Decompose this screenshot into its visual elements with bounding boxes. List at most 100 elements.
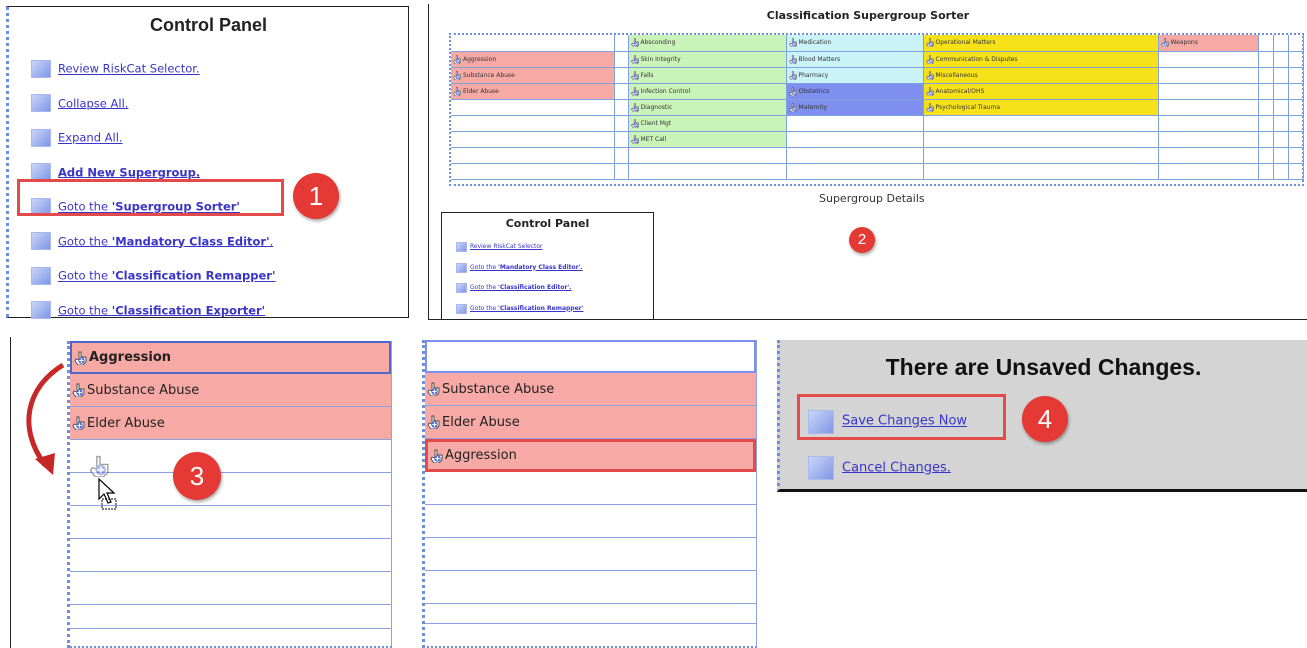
empty-cell: [614, 67, 629, 84]
empty-cell: [1288, 163, 1304, 180]
goto-classification-editor-small-link[interactable]: Goto the 'Classification Editor'.: [456, 278, 583, 299]
empty-cell: [614, 131, 629, 148]
drop-slot[interactable]: [70, 440, 391, 473]
empty-cell: [1258, 131, 1274, 148]
supergroup-cell[interactable]: MET Call: [628, 131, 787, 148]
supergroup-cell[interactable]: Client Mgt: [628, 115, 787, 132]
drag-hand-icon: [453, 54, 462, 64]
empty-cell: [1158, 99, 1259, 116]
goto-mandatory-class-editor-link[interactable]: Goto the 'Mandatory Class Editor'.: [31, 224, 275, 259]
drag-hand-icon: [630, 118, 640, 128]
empty-cell: [1158, 147, 1259, 164]
supergroup-cell[interactable]: Operational Matters: [923, 35, 1159, 52]
cancel-changes-button[interactable]: Cancel Changes.: [808, 445, 967, 492]
list-item[interactable]: Substance Abuse: [425, 373, 756, 406]
empty-cell: [614, 147, 629, 164]
collapse-all-link[interactable]: Collapse All.: [31, 86, 275, 121]
button-icon: [31, 94, 51, 112]
supergroup-cell[interactable]: Weapons: [1158, 35, 1259, 52]
empty-cell: [1273, 51, 1289, 68]
review-riskcat-small-link[interactable]: Review RiskCat Selector: [456, 237, 583, 258]
drag-hand-icon: [427, 415, 441, 430]
supergroup-cell[interactable]: Diagnostic: [628, 99, 787, 116]
empty-cell: [1258, 115, 1274, 132]
empty-cell: [451, 99, 615, 116]
drag-hand-icon: [453, 86, 462, 96]
supergroup-cell[interactable]: Absconding: [628, 35, 787, 52]
empty-cell: [786, 147, 924, 164]
supergroup-cell[interactable]: Blood Matters: [786, 51, 924, 68]
list-item[interactable]: Elder Abuse: [70, 407, 391, 440]
drag-list-after: Substance Abuse Elder Abuse Aggression: [422, 340, 757, 648]
supergroup-cell[interactable]: Infection Control: [628, 83, 787, 100]
drag-hand-icon: [788, 86, 798, 96]
supergroup-cell[interactable]: Elder Abuse: [451, 83, 615, 100]
button-icon: [31, 128, 51, 147]
list-item-aggression[interactable]: Aggression: [70, 341, 391, 374]
empty-cell: [1158, 131, 1259, 148]
empty-cell: [614, 99, 629, 116]
empty-cell: [1258, 67, 1274, 84]
button-icon: [31, 266, 51, 285]
review-riskcat-link[interactable]: Review RiskCat Selector.: [31, 51, 275, 86]
supergroup-cell[interactable]: Obstetrics: [786, 83, 924, 100]
drag-hand-icon: [925, 38, 935, 48]
empty-cell: [1258, 147, 1274, 164]
list-item[interactable]: Elder Abuse: [425, 406, 756, 439]
empty-cell: [1288, 99, 1304, 116]
drag-hand-icon: [925, 86, 935, 96]
expand-all-link[interactable]: Expand All.: [31, 120, 275, 155]
drag-hand-icon: [788, 54, 798, 64]
empty-cell: [1273, 115, 1289, 132]
goto-classification-remapper-link[interactable]: Goto the 'Classification Remapper': [31, 258, 275, 293]
drag-hand-icon: [630, 38, 640, 48]
supergroup-cell[interactable]: Substance Abuse: [451, 67, 615, 84]
drag-hand-icon: [788, 70, 798, 80]
empty-row: [70, 605, 391, 629]
empty-row: [70, 539, 391, 572]
supergroup-cell[interactable]: Falls: [628, 67, 787, 84]
drag-hand-icon: [1160, 38, 1170, 48]
empty-cell: [1158, 67, 1259, 84]
highlight-box-1: [17, 179, 284, 216]
empty-cell: [1273, 35, 1289, 52]
supergroup-cell[interactable]: Aggression: [451, 51, 615, 68]
supergroup-cell[interactable]: Communication & Disputes: [923, 51, 1159, 68]
empty-cell: [786, 115, 924, 132]
supergroup-cell[interactable]: Psychological Trauma: [923, 99, 1159, 116]
step-badge-2: 2: [849, 227, 875, 253]
empty-cell: [1288, 35, 1304, 52]
list-item[interactable]: Substance Abuse: [70, 374, 391, 407]
empty-cell: [614, 51, 629, 68]
list-item-aggression[interactable]: Aggression: [425, 439, 756, 472]
empty-cell: [1258, 99, 1274, 116]
empty-cell: [1258, 35, 1274, 52]
supergroup-cell[interactable]: Pharmacy: [786, 67, 924, 84]
empty-cell: [1158, 51, 1259, 68]
goto-classification-remapper-small-link[interactable]: Goto the 'Classification Remapper': [456, 299, 583, 320]
drag-hand-icon: [427, 382, 441, 397]
empty-cell: [1273, 163, 1289, 180]
goto-classification-exporter-link[interactable]: Goto the 'Classification Exporter': [31, 293, 275, 328]
empty-cell: [1288, 67, 1304, 84]
mouse-cursor-icon: [98, 477, 117, 510]
empty-cell: [614, 115, 629, 132]
empty-cell: [1288, 147, 1304, 164]
drag-hand-icon: [430, 448, 444, 464]
control-panel-2-title: Control Panel: [505, 217, 590, 230]
supergroup-cell[interactable]: Anatomical/OHS: [923, 83, 1159, 100]
goto-mandatory-class-editor-small-link[interactable]: Goto the 'Mandatory Class Editor'.: [456, 258, 583, 279]
empty-cell: [628, 163, 787, 180]
supergroup-cell[interactable]: Skin Integrity: [628, 51, 787, 68]
empty-cell: [786, 163, 924, 180]
empty-cell: [923, 115, 1159, 132]
drag-hand-icon: [925, 102, 935, 112]
supergroup-cell[interactable]: Maternity: [786, 99, 924, 116]
empty-row: [425, 604, 756, 624]
empty-cell: [614, 83, 629, 100]
supergroup-cell[interactable]: Miscellaneous: [923, 67, 1159, 84]
empty-cell: [451, 35, 615, 52]
empty-cell: [923, 131, 1159, 148]
supergroup-cell[interactable]: Medication: [786, 35, 924, 52]
drag-hand-icon: [788, 38, 798, 48]
